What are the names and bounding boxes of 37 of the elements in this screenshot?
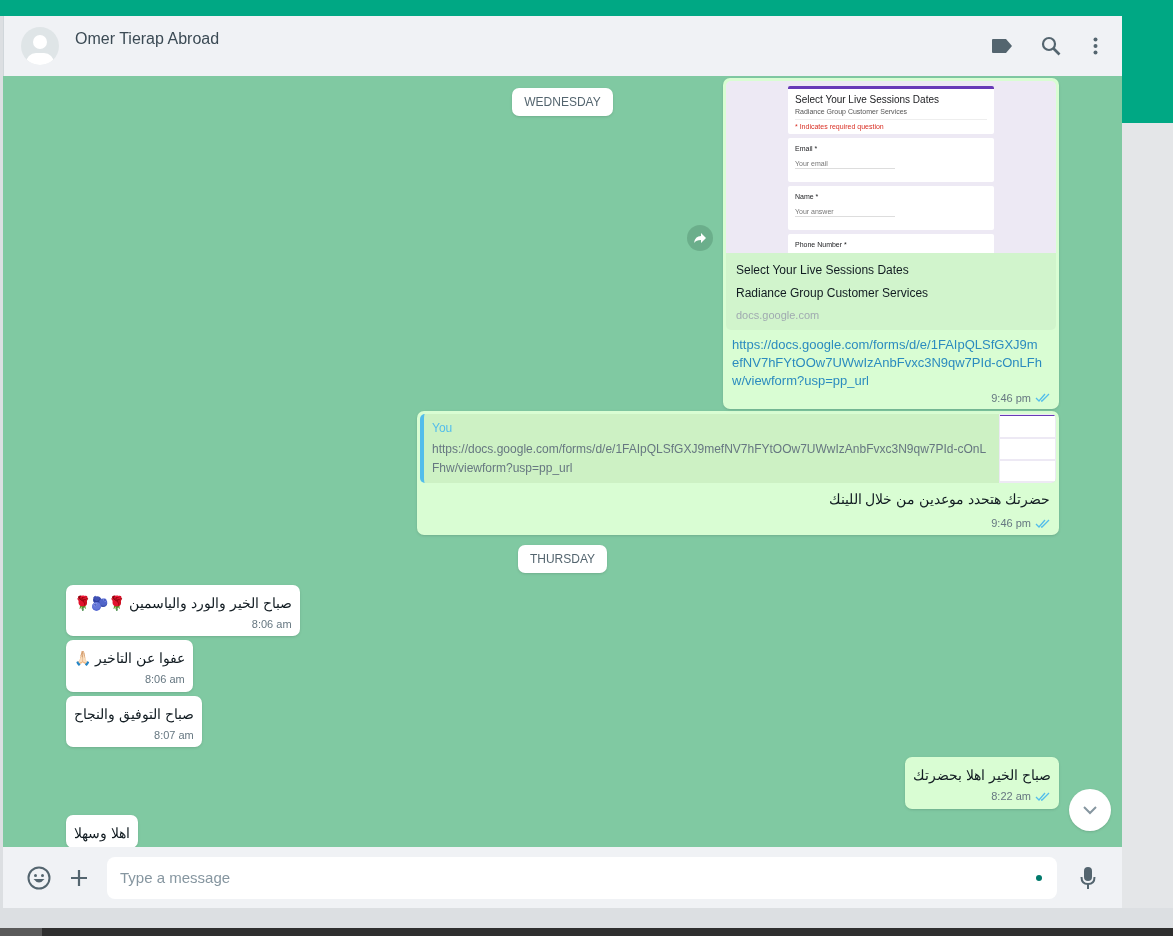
message-text: صباح الخير والورد والياسمين 🌹🫐🌹 [74, 593, 292, 614]
message-input[interactable]: Type a message [107, 856, 1057, 899]
forward-arrow-icon [693, 232, 707, 244]
message-text: عفوا عن التاخير 🙏🏻 [74, 649, 185, 669]
emoji-icon[interactable] [27, 865, 51, 890]
preview-title: Select Your Live Sessions Dates [736, 262, 910, 279]
message-time: 9:46 pm [991, 516, 1031, 531]
date-label: WEDNESDAY [512, 88, 613, 116]
double-check-icon [1035, 517, 1051, 529]
form-title: Select Your Live Sessions Dates [795, 93, 940, 106]
label-icon[interactable] [991, 38, 1013, 54]
double-check-icon [1035, 392, 1051, 404]
chevron-down-icon [1083, 805, 1097, 815]
message-text: صباح الخير اهلا بحضرتك [913, 766, 1051, 786]
thumbnail-image [999, 414, 1056, 483]
contact-name[interactable]: Omer Tierap Abroad [75, 27, 220, 51]
quote-text: https://docs.google.com/forms/d/e/1FAIpQLSfGXJ9mefNV7hFYtOOw7UWwIzAnbFvxc3N9qw7PId-cOnLFhw/viewform?usp=pp_url [432, 441, 988, 477]
quote-author: You [432, 420, 454, 437]
preview-description: Radiance Group Customer Services [736, 285, 930, 302]
message-time: 8:06 am [251, 616, 292, 632]
message-time: 8:07 am [154, 727, 194, 743]
date-label: THURSDAY [517, 544, 608, 573]
forward-button[interactable] [687, 225, 713, 251]
message-text: حضرتك هتحدد موعدين من خلال اللينك [827, 490, 1051, 510]
quoted-message[interactable]: You https://docs.google.com/forms/d/e/1FAIpQLSfGXJ9mefNV7hFYtOOw7UWwIzAnbFvxc3N9qw7PId-cOnLFhw/viewform?usp=pp_url [420, 414, 1056, 483]
message-time: 8:22 am [991, 789, 1031, 804]
double-check-icon [1035, 790, 1051, 802]
message-time: 8:06 am [144, 672, 185, 687]
menu-icon[interactable] [1093, 37, 1098, 55]
microphone-icon[interactable] [1080, 865, 1096, 890]
preview-domain: docs.google.com [736, 308, 821, 323]
search-icon[interactable] [1041, 36, 1061, 56]
message-text: اهلا وسهلا [74, 823, 130, 844]
message-text: صباح التوفيق والنجاح [74, 704, 194, 725]
message-link[interactable]: https://docs.google.com/forms/d/e/1FAIpQLSfGXJ9mefNV7hFYtOOw7UWwIzAnbFvxc3N9qw7PId-cOnLFhw/viewform?usp=pp_url [726, 329, 1056, 390]
plus-icon[interactable] [70, 868, 88, 887]
message-time: 9:46 pm [991, 390, 1031, 406]
